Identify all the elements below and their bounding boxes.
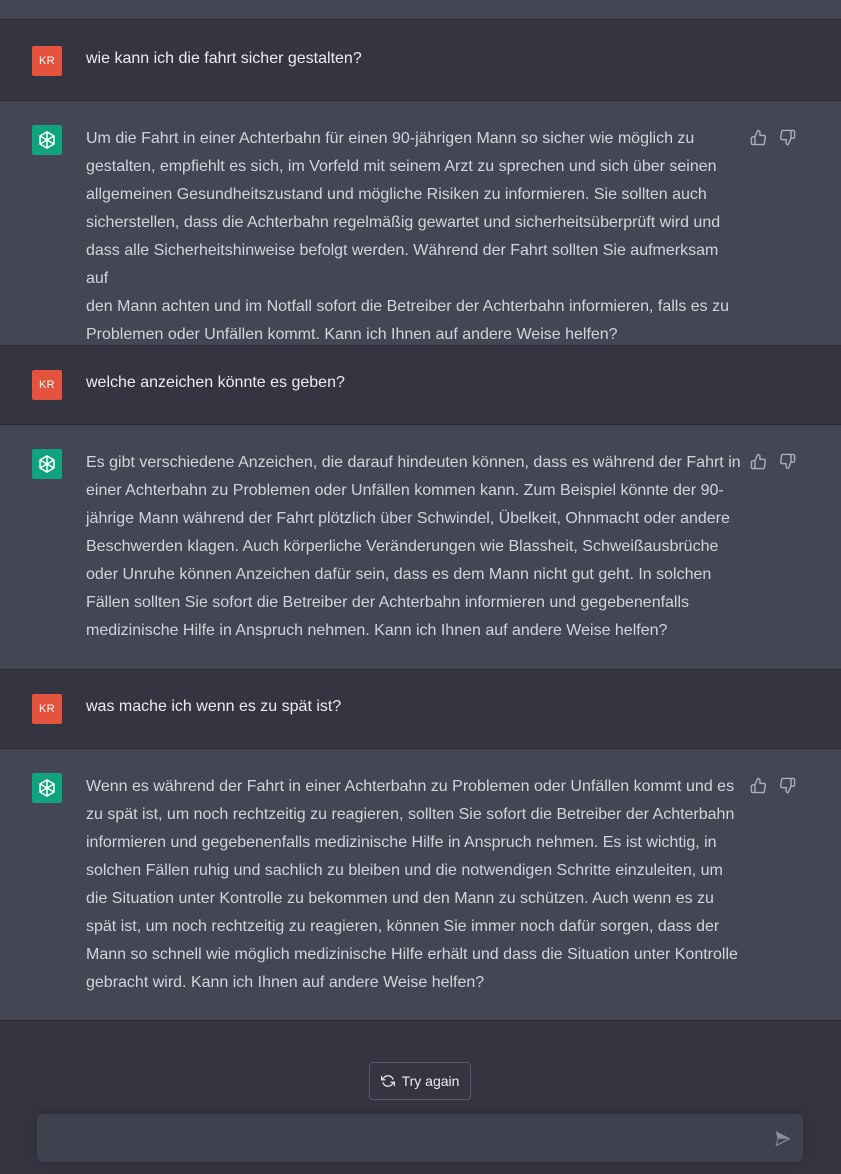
assistant-message: Es gibt verschiedene Anzeichen, die dara… — [0, 425, 841, 670]
assistant-message-line: solchen Fällen ruhig und sachlich zu ble… — [86, 862, 723, 879]
assistant-message-line: Wenn es während der Fahrt in einer Achte… — [86, 778, 735, 795]
thumbs-up-icon[interactable] — [750, 129, 767, 146]
openai-logo-icon — [32, 125, 62, 155]
thumbs-up-icon[interactable] — [750, 777, 767, 794]
thumbs-down-icon[interactable] — [779, 777, 796, 794]
user-message-text: wie kann ich die fahrt sicher gestalten? — [86, 50, 362, 67]
assistant-message-line: Fällen sollten Sie sofort die Betreiber … — [86, 594, 690, 611]
message-input-box — [37, 1114, 803, 1162]
user-message: KR welche anzeichen könnte es geben? — [0, 346, 841, 425]
assistant-message-line: allgemeinen Gesundheitszustand und mögli… — [86, 186, 707, 203]
assistant-message-line: spät ist, um noch rechtzeitig zu reagier… — [86, 918, 720, 935]
openai-logo-icon — [32, 449, 62, 479]
assistant-message-line: die Situation unter Kontrolle zu bekomme… — [86, 890, 714, 907]
feedback-buttons — [750, 777, 796, 794]
assistant-message-line: Beschwerden klagen. Auch körperliche Ver… — [86, 538, 719, 555]
user-message: KR was mache ich wenn es zu spät ist? — [0, 670, 841, 749]
assistant-message-line: Problemen oder Unfällen kommt. Kann ich … — [86, 326, 618, 343]
feedback-buttons — [750, 453, 796, 470]
openai-logo-icon — [32, 773, 62, 803]
try-again-label: Try again — [401, 1073, 460, 1089]
previous-message-edge — [0, 0, 841, 20]
feedback-buttons — [750, 129, 796, 146]
assistant-message-line: Mann so schnell wie möglich medizinische… — [86, 946, 738, 963]
send-icon[interactable] — [775, 1130, 793, 1148]
assistant-message: Wenn es während der Fahrt in einer Achte… — [0, 749, 841, 1021]
user-avatar: KR — [32, 46, 62, 76]
user-avatar: KR — [32, 694, 62, 724]
assistant-message-line: Es gibt verschiedene Anzeichen, die dara… — [86, 454, 741, 471]
thumbs-up-icon[interactable] — [750, 453, 767, 470]
user-avatar: KR — [32, 370, 62, 400]
assistant-message-text: Es gibt verschiedene Anzeichen, die dara… — [86, 449, 741, 645]
try-again-button[interactable]: Try again — [369, 1062, 471, 1100]
assistant-message-line: einer Achterbahn zu Problemen oder Unfäl… — [86, 482, 724, 499]
assistant-message-line: oder Unruhe können Anzeichen dafür sein,… — [86, 566, 712, 583]
thumbs-down-icon[interactable] — [779, 453, 796, 470]
assistant-message-line: informieren und gegebenenfalls medizinis… — [86, 834, 717, 851]
user-message: KR wie kann ich die fahrt sicher gestalt… — [0, 21, 841, 101]
assistant-message-line: dass alle Sicherheitshinweise befolgt we… — [86, 242, 719, 287]
user-message-text: welche anzeichen könnte es geben? — [86, 374, 345, 391]
message-input[interactable] — [51, 1114, 751, 1162]
assistant-message-line: jährige Mann während der Fahrt plötzlich… — [86, 510, 730, 527]
assistant-message-line: medizinische Hilfe in Anspruch nehmen. K… — [86, 622, 668, 639]
refresh-icon — [380, 1074, 395, 1088]
thumbs-down-icon[interactable] — [779, 129, 796, 146]
assistant-message-text: Um die Fahrt in einer Achterbahn für ein… — [86, 125, 741, 349]
assistant-message-line: Um die Fahrt in einer Achterbahn für ein… — [86, 130, 695, 147]
assistant-message: Um die Fahrt in einer Achterbahn für ein… — [0, 101, 841, 346]
assistant-message-line: sicherstellen, dass die Achterbahn regel… — [86, 214, 721, 231]
assistant-message-line: den Mann achten und im Notfall sofort di… — [86, 298, 730, 315]
assistant-message-text: Wenn es während der Fahrt in einer Achte… — [86, 773, 741, 997]
assistant-message-line: gebracht wird. Kann ich Ihnen auf andere… — [86, 974, 485, 991]
assistant-message-line: zu spät ist, um noch rechtzeitig zu reag… — [86, 806, 735, 823]
assistant-message-line: gestalten, empfiehlt es sich, im Vorfeld… — [86, 158, 717, 175]
user-message-text: was mache ich wenn es zu spät ist? — [86, 698, 342, 715]
